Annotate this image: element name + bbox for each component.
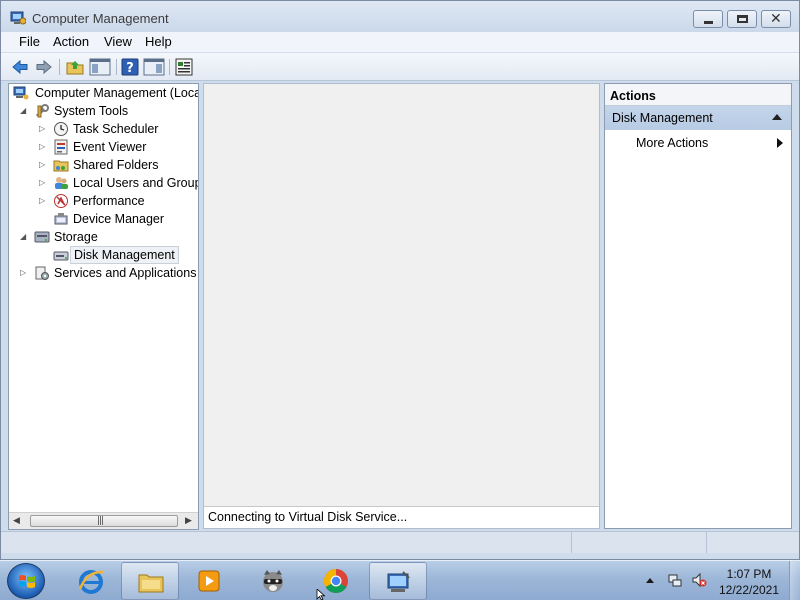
taskbar-windows-explorer[interactable] [121,562,179,600]
show-desktop-button[interactable] [789,561,800,600]
console-tree-pane[interactable]: Computer Management (Local ◢ System Tool… [8,83,199,530]
raccoon-icon [263,570,283,592]
expand-arrow-icon[interactable]: ▷ [39,143,47,151]
actions-section-disk-management[interactable]: Disk Management [605,106,791,130]
computer-management-icon [13,86,29,100]
taskbar-internet-explorer[interactable] [62,562,120,600]
clock-time: 1:07 PM [726,567,772,581]
svg-text:?: ? [126,61,134,76]
menu-bar: File Action View Help [1,32,799,53]
actions-pane: Actions Disk Management More Actions [604,83,792,529]
results-pane[interactable]: Connecting to Virtual Disk Service... [203,83,600,529]
expand-arrow-icon[interactable]: ▷ [39,125,47,133]
menu-help[interactable]: Help [145,34,172,49]
menu-file[interactable]: File [19,34,40,49]
tree-label: Shared Folders [73,158,159,172]
menu-action[interactable]: Action [53,34,89,49]
actions-header: Actions [605,84,791,106]
minimize-button[interactable] [693,10,723,28]
expand-arrow-icon[interactable]: ▷ [39,197,47,205]
volume-muted-icon[interactable] [691,572,707,588]
shared-folder-icon [53,160,69,172]
media-player-icon [198,570,220,592]
toolbar-separator [59,59,60,75]
internet-explorer-icon [78,570,104,594]
network-icon[interactable] [667,572,683,588]
mouse-cursor-icon [316,589,326,600]
event-viewer-icon [54,139,68,155]
minimize-icon [704,21,713,24]
computer-management-icon [10,11,26,25]
system-clock[interactable]: 1:07 PM 12/22/2021 [712,566,786,598]
up-folder-icon[interactable] [65,57,85,77]
collapse-arrow-icon[interactable]: ◢ [20,233,28,241]
chrome-icon [323,569,348,594]
taskbar: 1:07 PM 12/22/2021 [0,560,800,600]
start-button[interactable] [7,563,45,599]
tree-label: System Tools [54,104,129,118]
tree-label: Performance [73,194,145,208]
tree-label: Services and Applications [54,266,197,280]
show-hide-tree-icon[interactable] [89,57,111,77]
clock-icon [54,122,68,136]
show-hidden-icons-icon[interactable] [646,578,654,583]
tree-label: Device Manager [73,212,165,226]
grip-icon: ||| [97,516,104,526]
folder-icon [138,574,164,593]
scroll-left-icon[interactable]: ◀ [13,516,20,526]
status-divider [706,532,707,553]
horizontal-scrollbar[interactable]: ◀ ||| ▶ [9,512,198,529]
help-icon[interactable]: ? [120,57,140,77]
tree-label: Task Scheduler [73,122,159,136]
taskbar-raccoon-app[interactable] [244,562,302,600]
status-divider [571,532,572,553]
tree-label: Storage [54,230,98,244]
title-bar[interactable]: Computer Management ✕ [1,1,799,33]
expand-arrow-icon[interactable]: ▷ [20,269,28,277]
tree-label: Local Users and Groups [73,176,199,190]
more-actions-item[interactable]: More Actions [605,132,791,154]
storage-icon [34,231,50,243]
actions-section-label: Disk Management [612,111,713,125]
users-icon [55,177,68,189]
expand-arrow-icon[interactable]: ▷ [39,179,47,187]
close-button[interactable]: ✕ [761,10,791,28]
maximize-icon [737,15,748,23]
taskbar-computer-management[interactable] [369,562,427,600]
collapse-arrow-icon[interactable]: ◢ [20,107,28,115]
windows-logo-icon [19,575,35,588]
submenu-arrow-icon [777,138,783,148]
toolbar-separator [116,59,117,75]
tools-icon [35,104,49,118]
taskbar-media-player[interactable] [180,562,238,600]
properties-icon[interactable] [174,57,194,77]
status-bar [1,531,799,553]
toolbar-separator [169,59,170,75]
more-actions-label: More Actions [636,136,709,150]
performance-icon [54,194,68,208]
scroll-right-icon[interactable]: ▶ [185,516,192,526]
show-hide-action-pane-icon[interactable] [143,57,165,77]
disk-management-icon [53,251,69,261]
tree-label: Computer Management (Local [35,86,199,100]
computer-management-icon [387,571,410,592]
tree-label: Event Viewer [73,140,147,154]
expand-arrow-icon[interactable]: ▷ [39,161,47,169]
computer-management-window: Computer Management ✕ File Action View H… [0,0,800,560]
services-icon [35,266,49,280]
menu-view[interactable]: View [104,34,132,49]
collapse-up-icon[interactable] [772,114,782,120]
forward-icon[interactable] [34,57,54,77]
back-icon[interactable] [10,57,30,77]
tree-label-selected: Disk Management [70,246,179,264]
device-manager-icon [54,213,68,225]
loading-status-text: Connecting to Virtual Disk Service... [204,506,599,528]
maximize-button[interactable] [727,10,757,28]
clock-date: 12/22/2021 [718,583,780,597]
close-icon: ✕ [770,11,782,27]
toolbar: ? [1,53,799,81]
window-title: Computer Management [32,11,169,26]
scrollbar-thumb[interactable]: ||| [30,515,178,527]
